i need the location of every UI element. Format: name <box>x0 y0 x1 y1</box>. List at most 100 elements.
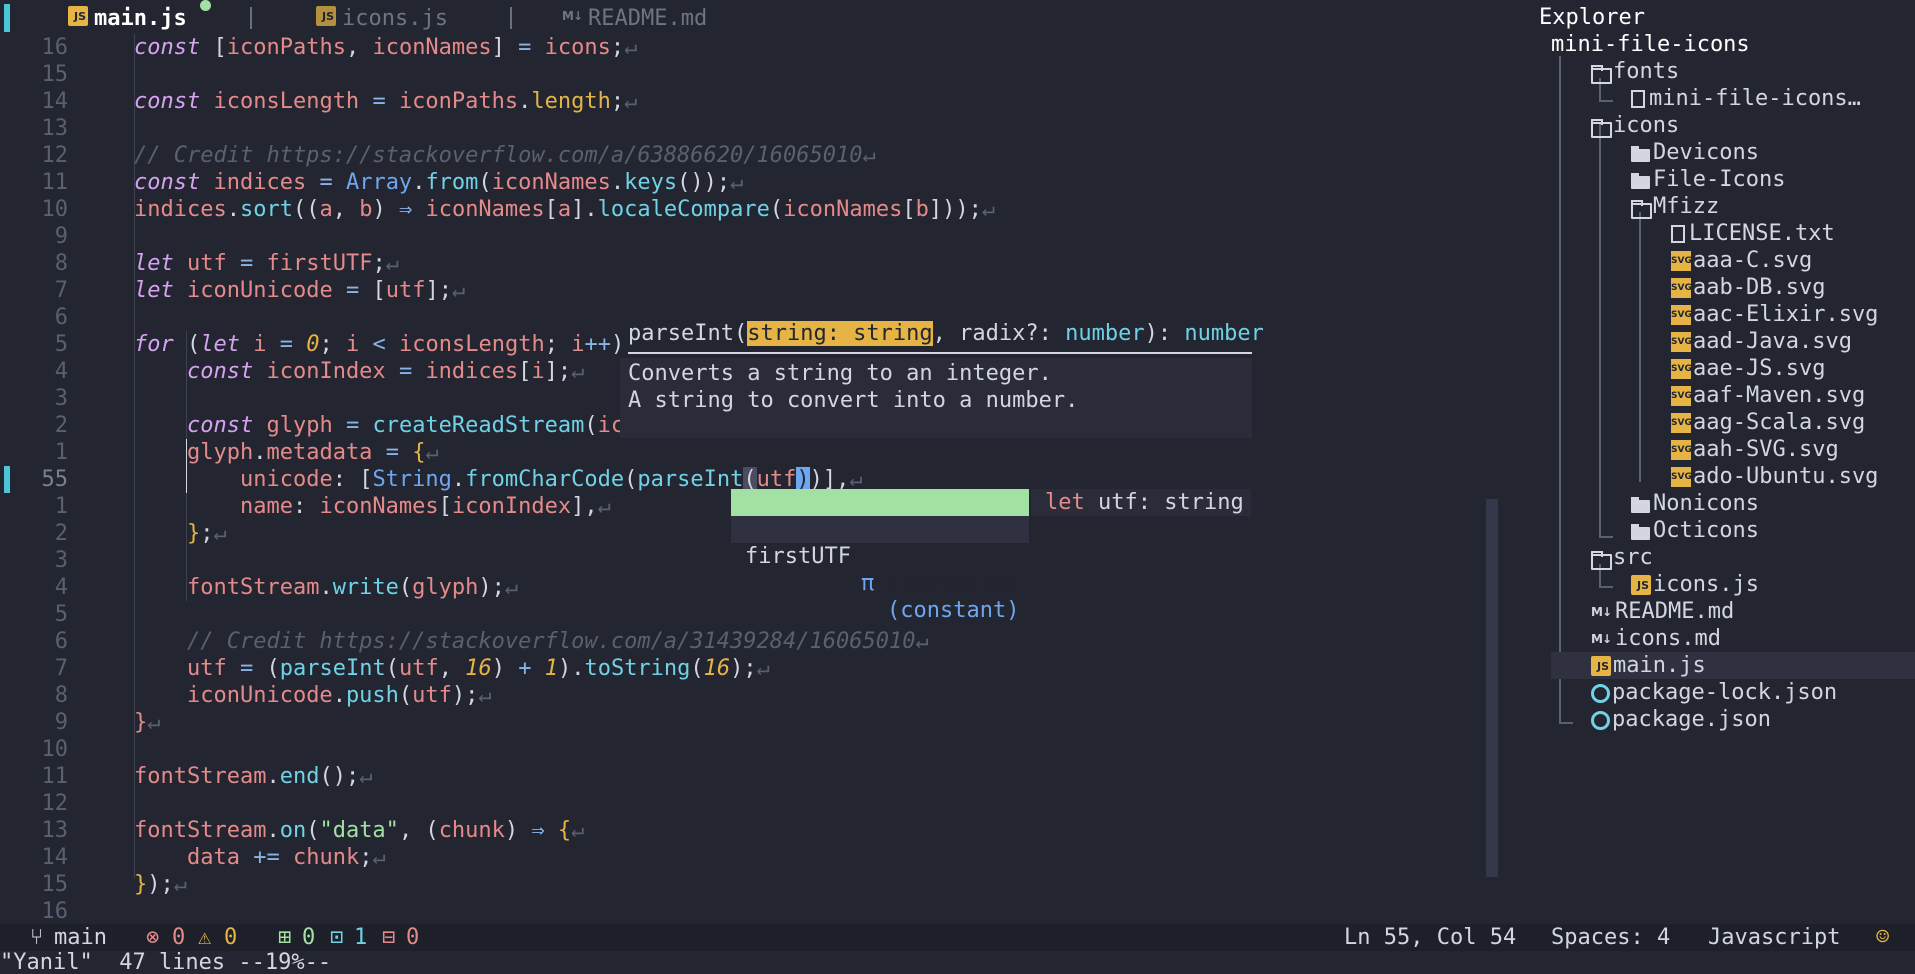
code-editor[interactable]: 16 const [iconPaths, iconNames] = icons;↵… <box>0 34 1515 924</box>
indentation[interactable]: Spaces: 4 <box>1551 924 1670 951</box>
error-count[interactable]: 0 <box>172 924 185 951</box>
svg-file-icon: SVG <box>1671 359 1692 379</box>
node-label: src <box>1613 545 1653 570</box>
node-label: README.md <box>1615 599 1735 624</box>
line-number: 55 <box>41 467 69 492</box>
code-line: 6 // Credit https://stackoverflow.com/a/… <box>0 628 1515 655</box>
tree-node-license[interactable]: LICENSE.txt <box>1671 220 1835 247</box>
tree-node-octicons[interactable]: Octicons <box>1631 517 1759 544</box>
line-number: 8 <box>54 251 68 276</box>
line-number: 12 <box>41 791 69 816</box>
line-number: 1 <box>54 440 68 465</box>
folder-open-icon <box>1591 550 1612 570</box>
tree-node-svg[interactable]: SVGado-Ubuntu.svg <box>1671 463 1878 490</box>
node-label: aaf-Maven.svg <box>1693 383 1866 408</box>
completion-item-selected[interactable]: utf ⬢ (variable) let utf: string <box>731 489 1251 596</box>
signature-type: number <box>1065 321 1145 346</box>
javascript-file-icon: JS <box>316 6 336 26</box>
node-label: Devicons <box>1653 140 1759 165</box>
git-added-count: 0 <box>302 925 316 950</box>
node-label: LICENSE.txt <box>1689 221 1835 246</box>
svg-file-icon: SVG <box>1671 386 1692 406</box>
explorer-root[interactable]: mini-file-icons <box>1551 31 1750 58</box>
tree-node-readme[interactable]: M↓ README.md <box>1591 598 1734 625</box>
code-line: 8 let utf = firstUTF;↵ <box>0 250 1515 277</box>
tree-node-svg[interactable]: SVGaad-Java.svg <box>1671 328 1852 355</box>
node-label: Nonicons <box>1653 491 1759 516</box>
tree-node-icons[interactable]: icons <box>1591 112 1679 139</box>
git-branch-icon: ⑂ <box>30 925 44 950</box>
tree-node-svg[interactable]: SVGaaa-C.svg <box>1671 247 1812 274</box>
line-number: 2 <box>54 521 68 546</box>
tree-node-svg[interactable]: SVGaah-SVG.svg <box>1671 436 1839 463</box>
code-line: 1 glyph.metadata = {↵ <box>0 439 1515 466</box>
string-literal: "data" <box>319 818 399 843</box>
json-file-icon <box>1591 683 1610 703</box>
tree-node-svg[interactable]: SVGaae-JS.svg <box>1671 355 1825 382</box>
tree-node-svg[interactable]: SVGaac-Elixir.svg <box>1671 301 1878 328</box>
documentation-text: A string to convert into a number. <box>628 388 1079 413</box>
completion-item[interactable]: firstUTF π (constant) <box>731 516 1029 623</box>
tree-guide <box>1639 212 1641 482</box>
node-label: Octicons <box>1653 518 1759 543</box>
cursor-position[interactable]: Ln 55, Col 54 <box>1344 924 1516 951</box>
git-branch[interactable]: main <box>54 924 107 951</box>
tab-main-js[interactable]: JS main.js <box>0 0 250 34</box>
tree-node-svg[interactable]: SVGaab-DB.svg <box>1671 274 1825 301</box>
line-number: 7 <box>54 656 68 681</box>
tree-node-src[interactable]: src <box>1591 544 1653 571</box>
tree-node-nonicons[interactable]: Nonicons <box>1631 490 1759 517</box>
folder-open-icon <box>1591 118 1612 138</box>
line-number: 4 <box>54 575 68 600</box>
svg-file-icon: SVG <box>1671 278 1692 298</box>
tab-icons-js[interactable]: JS icons.js <box>252 0 510 34</box>
message-line: "Yanil" 47 lines --19%-- <box>0 951 1915 974</box>
tree-node-icons-js[interactable]: JS icons.js <box>1631 571 1759 598</box>
folder-closed-icon <box>1631 172 1651 189</box>
tree-node-svg[interactable]: SVGaag-Scala.svg <box>1671 409 1865 436</box>
code-line: 11 const indices = Array.from(iconNames.k… <box>0 169 1515 196</box>
code-line: 8 iconUnicode.push(utf);↵ <box>0 682 1515 709</box>
tree-node-devicons[interactable]: Devicons <box>1631 139 1759 166</box>
folder-closed-icon <box>1631 496 1651 513</box>
code-line: 9 <box>0 223 1515 250</box>
line-number: 1 <box>54 494 68 519</box>
tree-guide <box>1559 56 1561 724</box>
tab-label: icons.js <box>342 6 448 31</box>
completion-kind: (variable) <box>887 571 1020 596</box>
code-line: 12 // Credit https://stackoverflow.com/a/… <box>0 142 1515 169</box>
line-number: 6 <box>54 305 68 330</box>
smiley-icon[interactable]: ☺ <box>1876 924 1889 951</box>
git-modified-icon: ⊡ <box>330 925 344 950</box>
tree-node-package-lock[interactable]: package-lock.json <box>1591 679 1837 706</box>
tree-node-main-js[interactable]: JS main.js <box>1551 652 1915 679</box>
tab-readme-md[interactable]: M↓ README.md <box>512 0 812 34</box>
node-label: aae-JS.svg <box>1693 356 1826 381</box>
tree-node-fonts[interactable]: fonts <box>1591 58 1679 85</box>
warning-count[interactable]: 0 <box>224 924 237 951</box>
node-label: fonts <box>1613 59 1680 84</box>
tree-node-svg[interactable]: SVGaaf-Maven.svg <box>1671 382 1865 409</box>
line-number: 10 <box>41 197 69 222</box>
code-line: 16 const [iconPaths, iconNames] = icons;↵ <box>0 34 1515 61</box>
code-line: 13 fontStream.on("data", (chunk) ⇒ {↵ <box>0 817 1515 844</box>
documentation-text: Converts a string to an integer. <box>628 361 1052 386</box>
modified-dot-icon <box>200 0 211 11</box>
markdown-file-icon: M↓ <box>562 9 583 23</box>
variable-icon: ⬢ <box>861 544 881 569</box>
signature-text: ): <box>1144 321 1185 346</box>
tree-node-icons-md[interactable]: M↓ icons.md <box>1591 625 1721 652</box>
line-number: 6 <box>54 629 68 654</box>
tree-node-file-icons[interactable]: File-Icons <box>1631 166 1785 193</box>
file-explorer: Explorer mini-file-icons fonts mini-file… <box>1515 0 1915 924</box>
line-number: 11 <box>41 170 69 195</box>
language-mode[interactable]: Javascript <box>1708 924 1840 951</box>
tree-node-file[interactable]: mini-file-icons… <box>1631 85 1861 112</box>
line-number: 8 <box>54 683 68 708</box>
git-modified-count: 1 <box>354 925 368 950</box>
code-line: 9}↵ <box>0 709 1515 736</box>
tree-node-mfizz[interactable]: Mfizz <box>1631 193 1719 220</box>
code-line: 7 utf = (parseInt(utf, 16) + 1).toString… <box>0 655 1515 682</box>
tree-node-package[interactable]: package.json <box>1591 706 1771 733</box>
folder-closed-icon <box>1631 145 1651 162</box>
